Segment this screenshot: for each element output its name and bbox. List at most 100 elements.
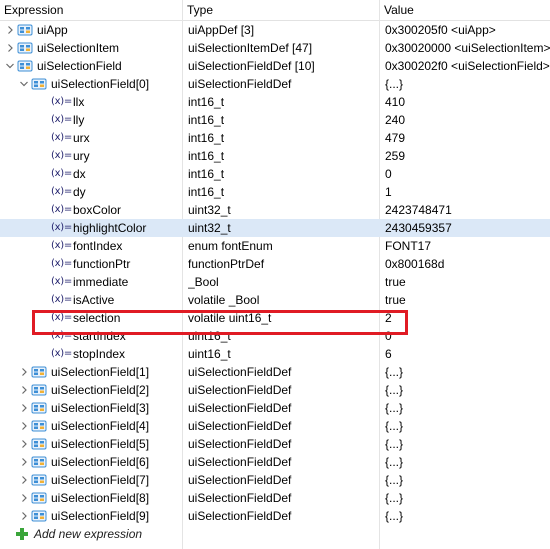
expression-value[interactable]: {...} bbox=[385, 489, 550, 507]
expression-value[interactable]: {...} bbox=[385, 399, 550, 417]
add-new-expression-row[interactable]: Add new expression bbox=[0, 525, 550, 543]
chevron-right-icon[interactable] bbox=[18, 399, 30, 417]
expression-name[interactable]: uiSelectionField[9] bbox=[51, 507, 149, 525]
expression-value[interactable]: {...} bbox=[385, 363, 550, 381]
tree-row-isactive[interactable]: (x)= isActive volatile _Bool true bbox=[0, 291, 550, 309]
expression-column-header[interactable]: Expression bbox=[0, 0, 182, 20]
tree-row-uiselectionfield-5[interactable]: uiSelectionField[5] uiSelectionFieldDef {.… bbox=[0, 435, 550, 453]
tree-row-immediate[interactable]: (x)= immediate _Bool true bbox=[0, 273, 550, 291]
chevron-right-icon[interactable] bbox=[18, 417, 30, 435]
expression-name[interactable]: stopIndex bbox=[73, 345, 125, 363]
chevron-right-icon[interactable] bbox=[18, 435, 30, 453]
chevron-down-icon[interactable] bbox=[18, 75, 30, 93]
expression-value[interactable]: 2430459357 bbox=[385, 219, 550, 237]
expression-value[interactable]: 1 bbox=[385, 183, 550, 201]
expression-value[interactable]: 0x800168d bbox=[385, 255, 550, 273]
chevron-right-icon[interactable] bbox=[18, 363, 30, 381]
expression-name[interactable]: uiSelectionField[6] bbox=[51, 453, 149, 471]
tree-row-uiselectionfield-0[interactable]: uiSelectionField[0] uiSelectionFieldDef {.… bbox=[0, 75, 550, 93]
tree-row-selection[interactable]: (x)= selection volatile uint16_t 2 bbox=[0, 309, 550, 327]
chevron-right-icon[interactable] bbox=[18, 489, 30, 507]
expression-value[interactable]: 0 bbox=[385, 165, 550, 183]
expression-value[interactable]: {...} bbox=[385, 435, 550, 453]
expression-value[interactable]: {...} bbox=[385, 381, 550, 399]
tree-row-lly[interactable]: (x)= lly int16_t 240 bbox=[0, 111, 550, 129]
chevron-right-icon[interactable] bbox=[18, 471, 30, 489]
expression-name[interactable]: dy bbox=[73, 183, 86, 201]
expression-name[interactable]: fontIndex bbox=[73, 237, 122, 255]
tree-row-startindex[interactable]: (x)= startIndex uint16_t 0 bbox=[0, 327, 550, 345]
expression-name[interactable]: immediate bbox=[73, 273, 128, 291]
tree-row-dx[interactable]: (x)= dx int16_t 0 bbox=[0, 165, 550, 183]
expression-name[interactable]: functionPtr bbox=[73, 255, 130, 273]
expression-value[interactable]: 259 bbox=[385, 147, 550, 165]
expression-name[interactable]: uiSelectionField[5] bbox=[51, 435, 149, 453]
expression-name[interactable]: isActive bbox=[73, 291, 114, 309]
expression-value[interactable]: 2 bbox=[385, 309, 550, 327]
tree-row-urx[interactable]: (x)= urx int16_t 479 bbox=[0, 129, 550, 147]
expression-value[interactable]: 6 bbox=[385, 345, 550, 363]
expression-value[interactable]: {...} bbox=[385, 417, 550, 435]
tree-row-uiselectionfield-3[interactable]: uiSelectionField[3] uiSelectionFieldDef {.… bbox=[0, 399, 550, 417]
tree-row-uiselectionfield[interactable]: uiSelectionField uiSelectionFieldDef [10]… bbox=[0, 57, 550, 75]
expression-value[interactable]: {...} bbox=[385, 75, 550, 93]
tree-row-llx[interactable]: (x)= llx int16_t 410 bbox=[0, 93, 550, 111]
expression-value[interactable]: 0 bbox=[385, 327, 550, 345]
expression-value[interactable]: 410 bbox=[385, 93, 550, 111]
expression-value[interactable]: 0x300202f0 <uiSelectionField> bbox=[385, 57, 550, 75]
expression-name[interactable]: uiSelectionField[0] bbox=[51, 75, 149, 93]
expression-name[interactable]: uiSelectionField[1] bbox=[51, 363, 149, 381]
tree-row-uiselectionfield-8[interactable]: uiSelectionField[8] uiSelectionFieldDef {.… bbox=[0, 489, 550, 507]
expression-value[interactable]: true bbox=[385, 291, 550, 309]
chevron-right-icon[interactable] bbox=[18, 507, 30, 525]
plus-icon[interactable] bbox=[14, 527, 30, 541]
type-column-header[interactable]: Type bbox=[183, 0, 378, 20]
expression-name[interactable]: selection bbox=[73, 309, 120, 327]
expression-value[interactable]: 0x300205f0 <uiApp> bbox=[385, 21, 550, 39]
expression-name[interactable]: uiSelectionField[8] bbox=[51, 489, 149, 507]
chevron-down-icon[interactable] bbox=[4, 57, 16, 75]
tree-row-fontindex[interactable]: (x)= fontIndex enum fontEnum FONT17 bbox=[0, 237, 550, 255]
expression-name[interactable]: dx bbox=[73, 165, 86, 183]
expression-name[interactable]: uiSelectionItem bbox=[37, 39, 119, 57]
expression-name[interactable]: uiSelectionField[4] bbox=[51, 417, 149, 435]
expression-value[interactable]: true bbox=[385, 273, 550, 291]
expression-name[interactable]: highlightColor bbox=[73, 219, 146, 237]
expression-value[interactable]: 0x30020000 <uiSelectionItem> bbox=[385, 39, 550, 57]
tree-row-stopindex[interactable]: (x)= stopIndex uint16_t 6 bbox=[0, 345, 550, 363]
expression-value[interactable]: 479 bbox=[385, 129, 550, 147]
tree-row-dy[interactable]: (x)= dy int16_t 1 bbox=[0, 183, 550, 201]
expression-name[interactable]: boxColor bbox=[73, 201, 121, 219]
expression-value[interactable]: {...} bbox=[385, 453, 550, 471]
tree-row-uiselectionitem[interactable]: uiSelectionItem uiSelectionItemDef [47] 0x… bbox=[0, 39, 550, 57]
add-new-expression-label[interactable]: Add new expression bbox=[34, 525, 142, 543]
tree-row-uiselectionfield-7[interactable]: uiSelectionField[7] uiSelectionFieldDef {.… bbox=[0, 471, 550, 489]
expression-name[interactable]: ury bbox=[73, 147, 90, 165]
expression-value[interactable]: 2423748471 bbox=[385, 201, 550, 219]
tree-row-ury[interactable]: (x)= ury int16_t 259 bbox=[0, 147, 550, 165]
tree-row-uiselectionfield-1[interactable]: uiSelectionField[1] uiSelectionFieldDef {.… bbox=[0, 363, 550, 381]
tree-row-uiselectionfield-9[interactable]: uiSelectionField[9] uiSelectionFieldDef {.… bbox=[0, 507, 550, 525]
chevron-right-icon[interactable] bbox=[4, 21, 16, 39]
value-column-header[interactable]: Value bbox=[380, 0, 550, 20]
tree-row-highlightcolor[interactable]: (x)= highlightColor uint32_t 2430459357 bbox=[0, 219, 550, 237]
expression-value[interactable]: FONT17 bbox=[385, 237, 550, 255]
expression-name[interactable]: startIndex bbox=[73, 327, 126, 345]
expression-name[interactable]: uiApp bbox=[37, 21, 68, 39]
tree-row-uiselectionfield-2[interactable]: uiSelectionField[2] uiSelectionFieldDef {.… bbox=[0, 381, 550, 399]
chevron-right-icon[interactable] bbox=[18, 381, 30, 399]
expression-name[interactable]: uiSelectionField bbox=[37, 57, 122, 75]
tree-row-uiselectionfield-4[interactable]: uiSelectionField[4] uiSelectionFieldDef {.… bbox=[0, 417, 550, 435]
expression-name[interactable]: uiSelectionField[7] bbox=[51, 471, 149, 489]
tree-row-boxcolor[interactable]: (x)= boxColor uint32_t 2423748471 bbox=[0, 201, 550, 219]
tree-row-functionptr[interactable]: (x)= functionPtr functionPtrDef 0x800168d bbox=[0, 255, 550, 273]
expression-name[interactable]: lly bbox=[73, 111, 84, 129]
expression-value[interactable]: 240 bbox=[385, 111, 550, 129]
expression-name[interactable]: uiSelectionField[2] bbox=[51, 381, 149, 399]
tree-row-uiselectionfield-6[interactable]: uiSelectionField[6] uiSelectionFieldDef {.… bbox=[0, 453, 550, 471]
expression-name[interactable]: uiSelectionField[3] bbox=[51, 399, 149, 417]
expression-name[interactable]: urx bbox=[73, 129, 90, 147]
chevron-right-icon[interactable] bbox=[18, 453, 30, 471]
expression-value[interactable]: {...} bbox=[385, 507, 550, 525]
tree-row-uiapp[interactable]: uiApp uiAppDef [3] 0x300205f0 <uiApp> bbox=[0, 21, 550, 39]
